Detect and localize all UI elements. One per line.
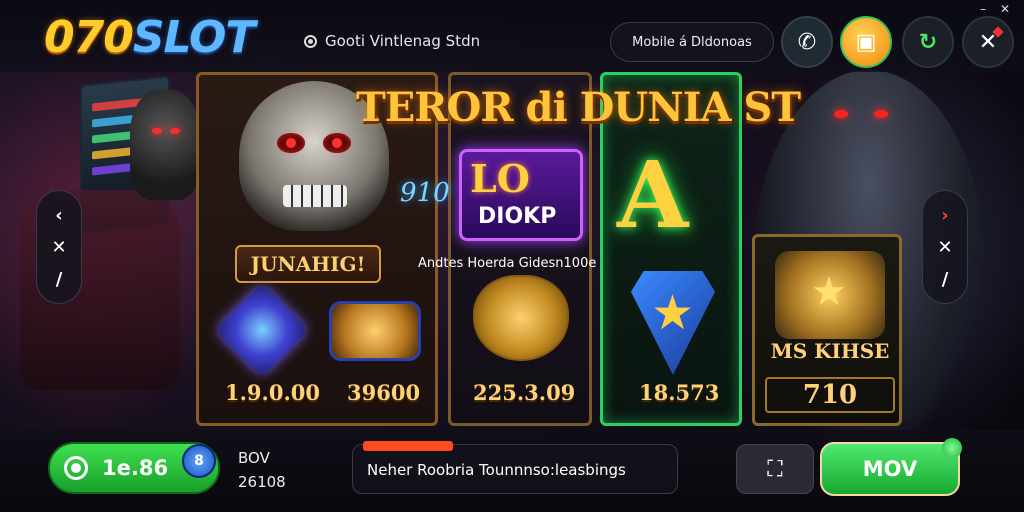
status-text: Gooti Vintlenag Stdn [325, 32, 481, 50]
game-title: TEROR di DUNIA ST [356, 84, 801, 131]
golden-shield-icon [473, 275, 569, 361]
spin-button[interactable]: MOV [820, 438, 962, 496]
bet-label: BOV [238, 449, 270, 467]
reel-4: MS KIHSE 710 [752, 234, 902, 426]
game-caption: Andtes Hoerda Gidesn100e [418, 256, 597, 271]
treasure-chest-icon [329, 301, 421, 361]
chat-icon: ⛶ [767, 456, 783, 482]
lo-symbol-text: LO [470, 156, 530, 201]
reel-1-value-a: 1.9.0.00 [225, 380, 320, 405]
floating-number: 910 [400, 178, 450, 208]
nav-close-button[interactable]: ✕ [51, 237, 66, 258]
news-ticker: Neher Roobria Tounnnso:leasbings [352, 441, 678, 494]
reel-1-value-b: 39600 [347, 380, 421, 405]
demon-eye-icon [874, 110, 888, 118]
lo-symbol: LO DIOKP [459, 149, 583, 241]
nav-edit-button[interactable]: / [56, 269, 63, 290]
ticker-message: Neher Roobria Tounnnso:leasbings [367, 461, 626, 479]
window-close-button[interactable]: ✕ [1000, 2, 1010, 16]
minimize-button[interactable]: – [980, 2, 986, 16]
reel-1-badge: JUNAHIG! [235, 245, 381, 283]
reel-4-value: 710 [765, 377, 895, 413]
status-icon [304, 34, 317, 48]
mobile-download-button[interactable]: Mobile á Dldonoas [610, 22, 774, 62]
star-shield-icon [631, 271, 715, 375]
window-controls: – ✕ [980, 2, 1010, 16]
nav-next-button[interactable]: › [941, 205, 948, 226]
top-bar: 070SLOT Gooti Vintlenag Stdn Mobile á Dl… [0, 0, 1024, 72]
rune-star-icon [775, 251, 885, 339]
nav-prev-button[interactable]: ‹ [55, 205, 62, 226]
connection-status: Gooti Vintlenag Stdn [304, 32, 480, 50]
balance-radio-icon [64, 456, 88, 480]
logo-number: 070 [44, 12, 134, 63]
logo-word: SLOT [132, 12, 256, 63]
bet-info: BOV 26108 [238, 446, 286, 494]
left-side-nav: ‹ ✕ / [36, 190, 82, 304]
mobile-download-label: Mobile á Dldonoas [632, 34, 752, 50]
nav-settings-button[interactable]: ✕ [937, 237, 952, 258]
spin-indicator-icon [942, 438, 962, 458]
demon-eye-icon [834, 110, 848, 118]
phone-icon[interactable]: ✆ [781, 16, 833, 68]
letter-a-symbol: A [617, 141, 689, 249]
lo-symbol-subtext: DIOKP [478, 204, 557, 229]
reel-3-value: 18.573 [639, 380, 720, 405]
gift-icon[interactable]: ▣ [840, 16, 892, 68]
spin-button-label: MOV [862, 457, 918, 481]
right-side-nav: › ✕ / [922, 190, 968, 304]
bet-value: 26108 [238, 473, 286, 491]
coin-badge-icon[interactable]: 8 [182, 444, 216, 478]
app-logo: 070SLOT [44, 12, 256, 63]
close-icon[interactable]: ✕ [962, 16, 1014, 68]
chat-button[interactable]: ⛶ [736, 444, 814, 494]
ticker-tag [363, 441, 453, 451]
background-devil-figure [130, 90, 200, 200]
reel-2-value: 225.3.09 [473, 380, 576, 405]
nav-edit-button[interactable]: / [942, 269, 949, 290]
balance-amount: 1e.86 [102, 456, 169, 480]
refresh-icon[interactable]: ↻ [902, 16, 954, 68]
reel-4-label: MS KIHSE [770, 339, 890, 363]
blue-gem-icon [215, 283, 309, 377]
